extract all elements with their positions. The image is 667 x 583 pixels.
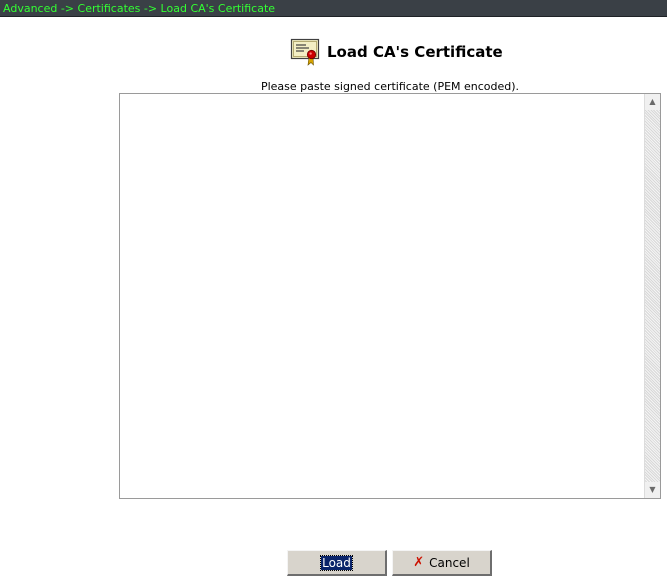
scroll-down-button[interactable]: ▼ [645, 482, 660, 498]
scroll-up-button[interactable]: ▲ [645, 94, 660, 110]
arrow-down-icon: ▼ [649, 485, 656, 494]
load-button[interactable]: Load [287, 550, 387, 576]
vertical-scrollbar[interactable]: ▲ ▼ [644, 94, 660, 498]
title-row: Load CA's Certificate [290, 37, 503, 67]
page: Advanced -> Certificates -> Load CA's Ce… [0, 0, 667, 583]
instructions-text: Please paste signed certificate (PEM enc… [260, 80, 520, 93]
x-icon: ✗ [413, 555, 425, 570]
arrow-up-icon: ▲ [649, 97, 656, 106]
cancel-button-label: Cancel [429, 555, 470, 570]
cancel-button[interactable]: ✗ Cancel [392, 550, 492, 576]
breadcrumb: Advanced -> Certificates -> Load CA's Ce… [3, 2, 276, 15]
certificate-icon [290, 38, 320, 66]
breadcrumb-bar: Advanced -> Certificates -> Load CA's Ce… [0, 0, 667, 17]
certificate-textarea-frame: ▲ ▼ [119, 93, 661, 499]
load-button-label: Load [320, 554, 353, 571]
certificate-textarea[interactable] [120, 94, 644, 498]
page-title: Load CA's Certificate [327, 43, 503, 61]
